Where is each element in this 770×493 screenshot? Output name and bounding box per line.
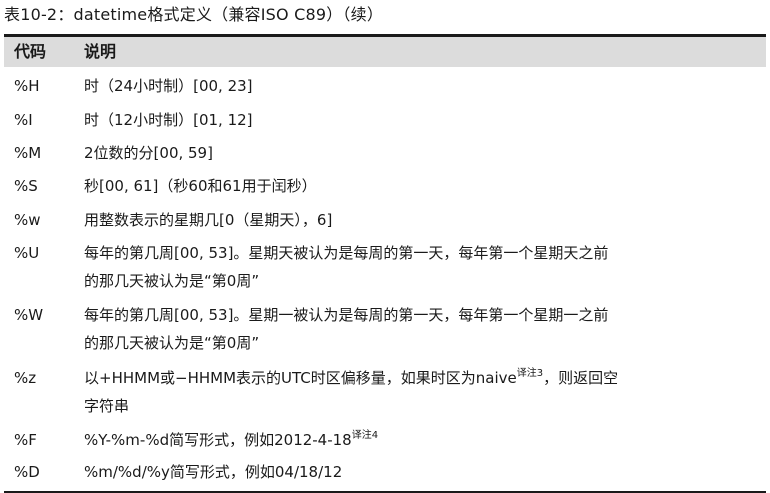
format-code: %U [14,244,40,262]
description-line: 每年的第几周[00, 53]。星期天被认为是每周的第一天，每年第一个星期天之前 [84,244,609,262]
description-line: 每年的第几周[00, 53]。星期一被认为是每周的第一天，每年第一个星期一之前 [84,306,609,324]
format-description: 每年的第几周[00, 53]。星期一被认为是每周的第一天，每年第一个星期一之前 … [84,301,759,357]
description-line: 时（24小时制）[00, 23] [84,77,253,95]
description-line: 用整数表示的星期几[0（星期天），6] [84,211,333,229]
format-description: 秒[00, 61]（秒60和61用于闰秒） [84,172,759,200]
format-code: %z [14,369,37,387]
description-line: %Y-%m-%d简写形式，例如2012-4-18译注4 [84,426,759,454]
format-description: 时（24小时制）[00, 23] [84,72,759,100]
format-code: %D [14,463,40,481]
format-description: 2位数的分[00, 59] [84,139,759,167]
format-code: %w [14,211,41,229]
format-code: %S [14,177,38,195]
format-code: %I [14,111,33,129]
description-line: 2位数的分[00, 59] [84,144,213,162]
translator-note: 译注3 [516,368,544,379]
format-code: %F [14,431,37,449]
header-description: 说明 [84,42,117,61]
format-code: %M [14,144,42,162]
description-line: 的那几天被认为是“第0周” [84,334,260,352]
format-description: %m/%d/%y简写形式，例如04/18/12 [84,458,759,486]
translator-note: 译注4 [351,430,379,441]
description-line: 秒[00, 61]（秒60和61用于闰秒） [84,177,317,195]
description-line: 的那几天被认为是“第0周” [84,272,260,290]
description-text: 以+HHMM或−HHMM表示的UTC时区偏移量，如果时区为naive [84,369,517,387]
format-table: 代码 说明 %H 时（24小时制）[00, 23] %I 时（12小时制）[01… [4,34,766,493]
table-caption: 表10-2：datetime格式定义（兼容ISO C89）（续） [4,5,384,24]
description-line: 字符串 [84,397,130,415]
description-text: %Y-%m-%d简写形式，例如2012-4-18 [84,431,352,449]
header-code: 代码 [14,42,47,61]
description-line: 以+HHMM或−HHMM表示的UTC时区偏移量，如果时区为naive译注3，则返… [84,364,759,392]
format-code: %H [14,77,40,95]
table-header: 代码 说明 [4,37,766,67]
format-code: %W [14,306,44,324]
format-description: %Y-%m-%d简写形式，例如2012-4-18译注4 [84,426,759,454]
description-line: 时（12小时制）[01, 12] [84,111,253,129]
description-line: %m/%d/%y简写形式，例如04/18/12 [84,463,343,481]
format-description: 每年的第几周[00, 53]。星期天被认为是每周的第一天，每年第一个星期天之前 … [84,239,759,295]
description-text: ，则返回空 [543,369,619,387]
format-description: 以+HHMM或−HHMM表示的UTC时区偏移量，如果时区为naive译注3，则返… [84,364,759,420]
format-description: 用整数表示的星期几[0（星期天），6] [84,206,759,234]
format-description: 时（12小时制）[01, 12] [84,106,759,134]
